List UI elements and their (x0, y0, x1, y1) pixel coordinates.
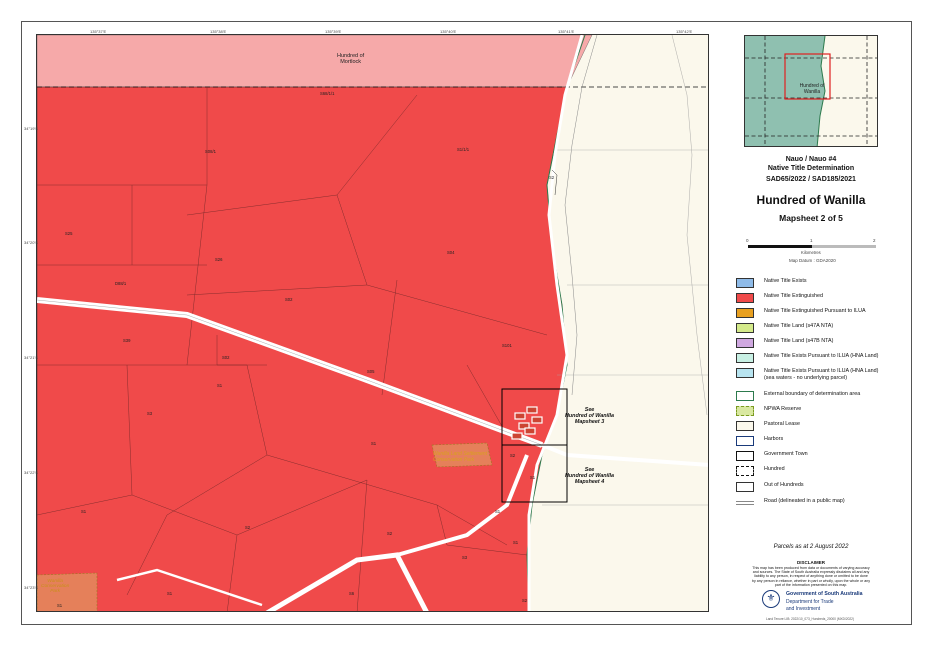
government-line2: Department for Trade (786, 599, 834, 605)
mapsheet-label: Mapsheet 2 of 5 (779, 213, 843, 223)
legend-item: External boundary of determination area (736, 391, 860, 401)
parcel-label: S6 (349, 591, 355, 596)
parcel-label: S2 (510, 453, 516, 458)
parcel-label: S101 (502, 343, 512, 348)
parcel-label: S1 (371, 441, 377, 446)
hundred-title: Hundred of Wanilla (756, 193, 866, 207)
inset-label: Hundred of Wanilla (799, 83, 825, 95)
government-logo: ⚜ (762, 590, 780, 608)
footer-reference: Land Tenure LIB: 2022/10_073_Hundreds_20… (766, 617, 855, 621)
parcel-label: S1 (513, 540, 519, 545)
disclaimer-heading: DISCLAIMER (797, 560, 825, 565)
reserve-label-2: Wanilla Conservation Park (41, 579, 70, 594)
parcel-label: S1 (167, 591, 173, 596)
legend-item: Native Title Exists Pursuant to ILUA (HN… (736, 353, 878, 363)
parcel-label: S1 (81, 509, 87, 514)
disclaimer-text: This map has been produced from data or … (752, 566, 870, 587)
grid-coord-left: 34°20'S (24, 240, 38, 245)
parcel-label: S2 (549, 175, 555, 180)
parcel-label: S2 (245, 525, 251, 530)
inset-locator-map: Hundred of Wanilla (744, 35, 878, 147)
grid-coord-left: 34°22'S (24, 470, 38, 475)
grid-coord-top: 135°42'E (676, 29, 693, 34)
legend-item: Harbors (736, 436, 783, 446)
scale-tick: 2 (873, 238, 876, 243)
parcel-label: D88/1 (115, 281, 127, 286)
parcel-label: S1 (57, 603, 63, 608)
parcel-label: S39 (123, 338, 131, 343)
parcel-label: S1/1/1 (457, 147, 470, 152)
map-canvas (37, 35, 708, 611)
parcel-label: S02 (222, 355, 230, 360)
legend-item: Hundred (736, 466, 785, 476)
parcel-label: S1 (217, 383, 223, 388)
grid-coord-left: 34°21'S (24, 355, 38, 360)
parcels-note: Parcels as at 2 August 2022 (773, 544, 849, 550)
see-mapsheet-3-label: See Hundred of Wanilla Mapsheet 3 (565, 407, 615, 425)
grid-coord-top: 135°40'E (440, 29, 457, 34)
legend-item: Native Title Extinguished (736, 293, 823, 303)
government-line1: Government of South Australia (786, 591, 863, 597)
scale-tick: 1 (810, 238, 813, 243)
legend-item: Government Town (736, 451, 808, 461)
determination-subtitle: Native Title Determination (767, 165, 855, 172)
legend-item: NPWA Reserve (736, 406, 801, 416)
government-line3: and Investment (786, 606, 821, 612)
parcel-label: S1 (495, 509, 501, 514)
grid-coord-top: 135°41'E (558, 29, 575, 34)
see-mapsheet-4-label: See Hundred of Wanilla Mapsheet 4 (565, 467, 615, 485)
grid-coord-top: 135°39'E (325, 29, 342, 34)
hundred-north-label: Hundred of Mortlock (337, 53, 365, 65)
legend-item: Pastoral Lease (736, 421, 800, 431)
reserve-label-1: Wanilla Land Settlement Conservation Par… (433, 451, 488, 463)
parcel-label: S1 (530, 475, 536, 480)
parcel-label: S2 (387, 531, 393, 536)
legend-item: Native Title Extinguished Pursuant to IL… (736, 308, 866, 318)
grid-coord-top: 135°38'E (210, 29, 227, 34)
case-numbers: SAD65/2022 / SAD185/2021 (766, 176, 856, 183)
scale-tick: 0 (746, 238, 749, 243)
parcel-label: S68/1/1 (320, 91, 335, 96)
legend-item: Native Title Land (s47B NTA) (736, 338, 833, 348)
main-map[interactable]: Hundred of Mortlock See Hundred of Wanil… (36, 34, 709, 612)
parcel-label: S05 (367, 369, 375, 374)
parcel-label: S2 (522, 598, 528, 603)
parcel-label: S26 (215, 257, 223, 262)
determination-name: Nauo / Nauo #4 (785, 156, 837, 163)
parcel-label: S04 (447, 250, 455, 255)
parcel-label: S3 (147, 411, 153, 416)
grid-coord-left: 34°19'S (24, 126, 38, 131)
legend-item: Native Title Exists (736, 278, 807, 288)
legend-item: Road (delineated in a public map) (736, 498, 845, 505)
grid-coord-top: 135°37'E (90, 29, 107, 34)
scale-unit: Kilometres (801, 250, 821, 255)
parcel-label: S25 (65, 231, 73, 236)
grid-coord-left: 34°23'S (24, 585, 38, 590)
legend-item: Native Title Land (s47A NTA) (736, 323, 833, 333)
legend-item: Out of Hundreds (736, 482, 804, 492)
parcel-label: S3 (462, 555, 468, 560)
parcel-label: S08/1 (205, 149, 216, 154)
legend-item: Native Title Exists Pursuant to ILUA (HN… (736, 368, 878, 381)
parcel-label: S02 (285, 297, 293, 302)
map-datum: Map Datum : GDA2020 (789, 258, 836, 263)
